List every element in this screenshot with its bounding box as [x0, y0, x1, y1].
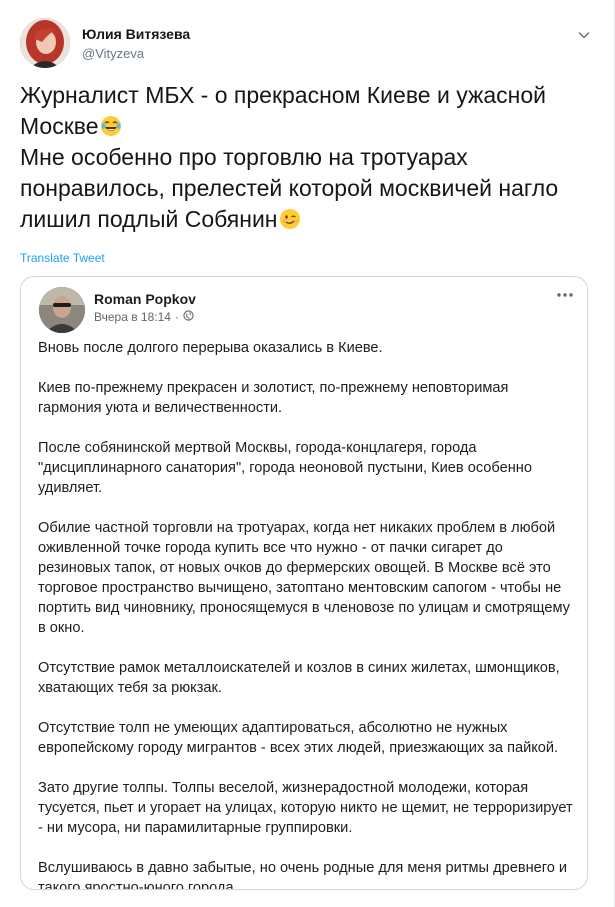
tweet-text-line: понравилось, прелестей которой москвичей…	[20, 175, 559, 201]
winking-face-emoji	[279, 207, 301, 229]
globe-icon	[183, 310, 194, 324]
quoted-author-avatar[interactable]	[39, 287, 85, 333]
author-name[interactable]: Юлия Витязева	[82, 26, 190, 42]
quoted-paragraph: Отсутствие толп не умеющих адаптироватьс…	[38, 720, 559, 756]
tweet-text-line: лишил подлый Собянин	[20, 206, 278, 232]
quoted-author-name[interactable]: Roman Popkov	[94, 291, 196, 307]
tweet-text-line: Москве	[20, 113, 99, 139]
quoted-paragraph: Отсутствие рамок металлоискателей и козл…	[38, 660, 560, 696]
chevron-down-icon[interactable]	[573, 24, 595, 46]
quoted-post-body: Вновь после долгого перерыва оказались в…	[38, 338, 574, 890]
translate-tweet-link[interactable]: Translate Tweet	[20, 251, 105, 265]
quoted-post-card[interactable]: Roman Popkov Вчера в 18:14 · Вновь после…	[20, 276, 588, 890]
more-horizontal-icon[interactable]	[553, 287, 577, 303]
quoted-paragraph: Вновь после долгого перерыва оказались в…	[38, 340, 383, 356]
quoted-paragraph: Зато другие толпы. Толпы веселой, жизнер…	[38, 780, 573, 836]
quoted-post-meta: Вчера в 18:14 ·	[94, 310, 194, 324]
author-handle[interactable]: @Vityzeva	[82, 46, 144, 61]
tweet-text-line: Мне особенно про торговлю на тротуарах	[20, 144, 468, 170]
tweet-text: Журналист МБХ - о прекрасном Киеве и ужа…	[20, 80, 595, 235]
tweet-text-line: Журналист МБХ - о прекрасном Киеве и ужа…	[20, 82, 546, 108]
meta-separator: ·	[174, 310, 179, 324]
tweet-card: Юлия Витязева @Vityzeva Журналист МБХ - …	[0, 0, 615, 907]
quoted-paragraph: Киев по-прежнему прекрасен и золотист, п…	[38, 380, 509, 416]
quoted-paragraph: После собянинской мертвой Москвы, города…	[38, 440, 532, 496]
laughing-tears-emoji	[100, 114, 122, 136]
tweet-text-line-with-emoji: лишил подлый Собянин	[20, 204, 595, 235]
author-avatar[interactable]	[20, 18, 70, 68]
tweet-header: Юлия Витязева @Vityzeva	[20, 18, 595, 70]
quoted-post-time[interactable]: Вчера в 18:14	[94, 310, 171, 324]
quoted-paragraph: Обилие частной торговли на тротуарах, ко…	[38, 520, 570, 636]
tweet-text-line-with-emoji: Москве	[20, 111, 595, 142]
quoted-paragraph: Вслушиваюсь в давно забытые, но очень ро…	[38, 860, 568, 890]
